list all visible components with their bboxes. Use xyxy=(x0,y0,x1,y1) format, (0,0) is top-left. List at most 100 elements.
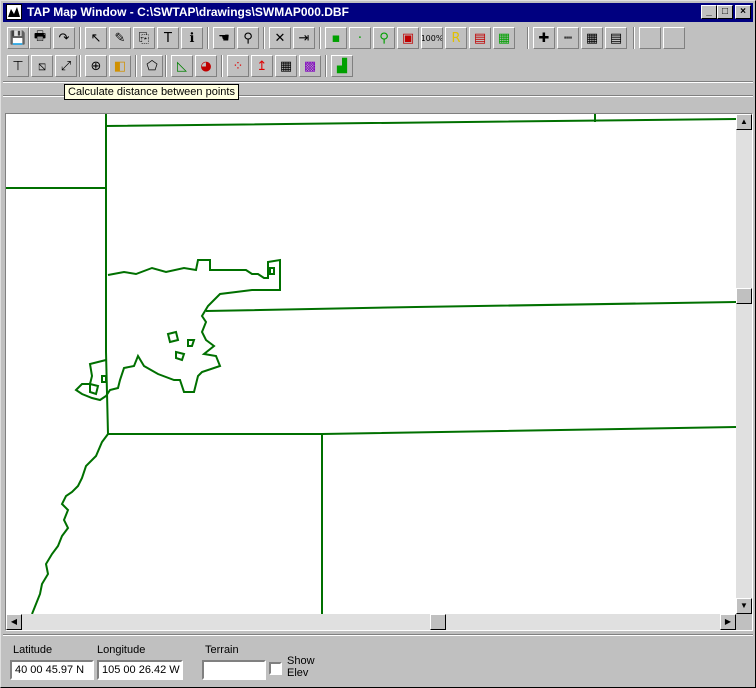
area-icon: ◺ xyxy=(177,58,187,74)
distance-tool-button[interactable]: ⤢ xyxy=(55,55,77,77)
node-tool-button[interactable]: ⧅ xyxy=(31,55,53,77)
zoom-in-icon: ▪ xyxy=(331,30,341,46)
grid-button[interactable]: ▦ xyxy=(493,27,515,49)
plus-icon: ✚ xyxy=(538,30,550,46)
color-grid-button[interactable]: ▩ xyxy=(299,55,321,77)
tooltip: Calculate distance between points xyxy=(64,84,239,100)
text-button[interactable]: T xyxy=(157,27,179,49)
notes-button[interactable]: ▤ xyxy=(605,27,627,49)
polygon-icon: ⬠ xyxy=(146,58,158,74)
scroll-down-button[interactable]: ▼ xyxy=(736,598,752,614)
boundary-line xyxy=(108,426,736,435)
toolbar-separator xyxy=(79,27,81,49)
distance-arrow-icon: ⤢ xyxy=(60,58,72,74)
magnify-button[interactable]: ⚲ xyxy=(373,27,395,49)
search-icon: ⚲ xyxy=(243,30,253,46)
select-button[interactable]: ↖ xyxy=(85,27,107,49)
layer-icon: ▤ xyxy=(473,30,487,46)
pointer-arrow-icon: ↖ xyxy=(90,30,102,46)
vectors-button[interactable]: ↥ xyxy=(251,55,273,77)
table-button[interactable]: ▦ xyxy=(581,27,603,49)
map-view[interactable]: ▲ ▼ ◀ ▶ xyxy=(5,113,753,631)
coverage-button[interactable]: ◕ xyxy=(195,55,217,77)
grid-map-icon: ▦ xyxy=(279,58,293,74)
exit-button[interactable]: ⇥ xyxy=(293,27,315,49)
edit-button[interactable]: ⎘ xyxy=(133,27,155,49)
line-tool-icon: ⊤ xyxy=(12,58,24,74)
toolbar-separator xyxy=(527,27,529,49)
line-tool-button[interactable]: ⊤ xyxy=(7,55,29,77)
points-button[interactable]: ⁘ xyxy=(227,55,249,77)
layer-button[interactable]: ▤ xyxy=(469,27,491,49)
zoom-in-button[interactable]: ▪ xyxy=(325,27,347,49)
close-button[interactable]: × xyxy=(735,5,751,19)
zoom-extent-button[interactable]: ▣ xyxy=(397,27,419,49)
zoom-100-icon: 100% xyxy=(421,33,443,43)
title-bar[interactable]: TAP Map Window - C:\SWTAP\drawings\SWMAP… xyxy=(3,3,753,22)
crosshair-icon: ⊕ xyxy=(90,58,102,74)
profile-button[interactable]: ▟ xyxy=(331,55,353,77)
show-elev-label[interactable]: Show Elev xyxy=(287,655,315,679)
app-icon[interactable] xyxy=(6,4,22,20)
scroll-up-button[interactable]: ▲ xyxy=(736,114,752,130)
overlay-icon: ◧ xyxy=(113,58,127,74)
redo-button[interactable]: ↷ xyxy=(53,27,75,49)
zoom-out-button[interactable]: · xyxy=(349,27,371,49)
blank-button-1[interactable] xyxy=(639,27,661,49)
toolbar-separator xyxy=(263,27,265,49)
maximize-button[interactable]: □ xyxy=(717,5,733,19)
pan-button[interactable]: ☚ xyxy=(213,27,235,49)
toolbar-separator xyxy=(79,55,81,77)
polygon-button[interactable]: ⬠ xyxy=(141,55,163,77)
search-button[interactable]: ⚲ xyxy=(237,27,259,49)
window-title: TAP Map Window - C:\SWTAP\drawings\SWMAP… xyxy=(27,5,349,19)
print-button[interactable]: 🖶 xyxy=(29,27,51,49)
terrain-field[interactable] xyxy=(202,660,266,680)
color-grid-icon: ▩ xyxy=(303,58,317,74)
coverage-icon: ◕ xyxy=(200,58,212,74)
vertical-scroll-thumb[interactable] xyxy=(736,288,752,304)
longitude-label: Longitude xyxy=(97,644,146,656)
scale-button[interactable]: ┉ xyxy=(557,27,579,49)
crosshair-button[interactable]: ⊕ xyxy=(85,55,107,77)
add-button[interactable]: ✚ xyxy=(533,27,555,49)
horizontal-scrollbar[interactable]: ◀ ▶ xyxy=(6,614,736,630)
toolbar-separator xyxy=(135,55,137,77)
map-canvas[interactable] xyxy=(6,114,736,614)
toolbar-divider xyxy=(3,81,753,83)
draw-button[interactable]: ✎ xyxy=(109,27,131,49)
area-button[interactable]: ◺ xyxy=(171,55,193,77)
boundary-line xyxy=(105,114,736,128)
vertical-scrollbar[interactable]: ▲ ▼ xyxy=(736,114,752,614)
status-divider xyxy=(3,634,753,636)
longitude-field[interactable]: 105 00 26.42 W xyxy=(97,660,183,680)
redo-arrow-icon: ↷ xyxy=(58,30,70,46)
city-enclave xyxy=(175,350,186,362)
show-elev-label-line2: Elev xyxy=(287,667,309,679)
exit-door-icon: ⇥ xyxy=(298,30,310,46)
vector-arrow-icon: ↥ xyxy=(256,58,268,74)
blank-button-2[interactable] xyxy=(663,27,685,49)
magnify-icon: ⚲ xyxy=(379,30,389,46)
delete-button[interactable]: ✕ xyxy=(269,27,291,49)
river-line xyxy=(31,433,109,614)
horizontal-scroll-thumb[interactable] xyxy=(430,614,446,630)
latitude-field[interactable]: 40 00 45.97 N xyxy=(10,660,94,680)
info-button[interactable]: ℹ xyxy=(181,27,203,49)
node-tool-icon: ⧅ xyxy=(37,58,47,74)
map-drawing[interactable] xyxy=(6,114,736,614)
tap-map-window: TAP Map Window - C:\SWTAP\drawings\SWMAP… xyxy=(0,0,756,688)
print-icon: 🖶 xyxy=(33,29,47,44)
grid-small-icon: ▦ xyxy=(497,30,511,46)
redraw-button[interactable]: R xyxy=(445,27,467,49)
show-elev-checkbox[interactable] xyxy=(269,662,282,675)
delete-x-icon: ✕ xyxy=(274,30,286,46)
overlay-button[interactable]: ◧ xyxy=(109,55,131,77)
zoom-100-button[interactable]: 100% xyxy=(421,27,443,49)
scroll-right-button[interactable]: ▶ xyxy=(720,614,736,630)
grid-map-button[interactable]: ▦ xyxy=(275,55,297,77)
boundary-line xyxy=(105,126,109,435)
save-button[interactable]: 💾 xyxy=(7,27,29,49)
minimize-button[interactable]: _ xyxy=(701,5,717,19)
scroll-left-button[interactable]: ◀ xyxy=(6,614,22,630)
